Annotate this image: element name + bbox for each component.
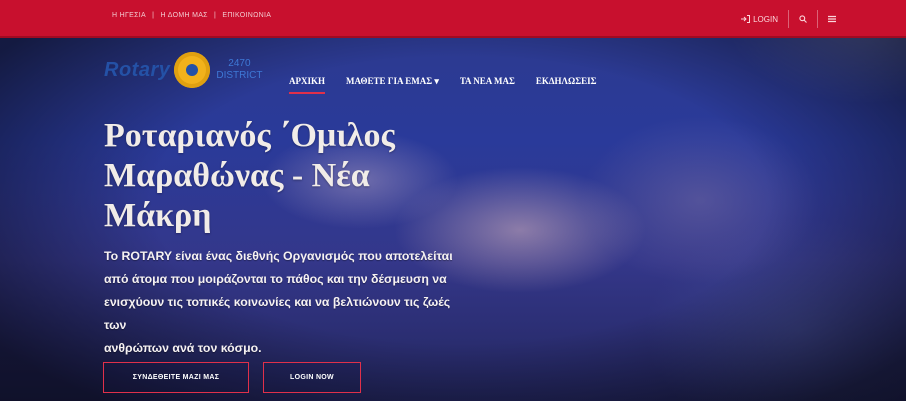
- menu-icon[interactable]: [828, 15, 836, 23]
- login-link[interactable]: LOGIN: [741, 15, 778, 24]
- login-icon: [741, 15, 751, 23]
- hero-description-line: ενισχύουν τις τοπικές κοινωνίες και να β…: [104, 295, 451, 332]
- divider: [817, 10, 818, 28]
- divider: [788, 10, 789, 28]
- top-actions: LOGIN: [741, 10, 836, 28]
- district-number: 2470: [228, 58, 251, 69]
- top-link-structure[interactable]: Η ΔΟΜΗ ΜΑΣ: [161, 12, 208, 19]
- login-now-button[interactable]: LOGIN NOW: [263, 362, 361, 393]
- hero-title-line: Μαραθώνας - Νέα: [104, 157, 370, 194]
- login-label: LOGIN: [753, 14, 778, 24]
- website-screen: Η ΗΓΕΣΙΑ | Η ΔΟΜΗ ΜΑΣ | ΕΠΙΚΟΙΝΩΝΙΑ LOGI…: [0, 0, 906, 401]
- logo-wordmark: Rotary: [104, 58, 171, 81]
- district-label: DISTRICT: [216, 70, 263, 81]
- hero-title-line: Ροταριανός ΄Ομιλος: [104, 117, 395, 154]
- nav-item-news[interactable]: ΤΑ ΝΕΑ ΜΑΣ: [460, 76, 515, 87]
- hero-title-line: Μάκρη: [104, 197, 212, 234]
- join-us-button[interactable]: ΣΥΝΔΕΘΕΙΤΕ ΜΑΖΙ ΜΑΣ: [103, 362, 249, 393]
- top-link-separator: |: [214, 12, 217, 19]
- main-nav: ΑΡΧΙΚΗ ΜΑΘΕΤΕ ΓΙΑ ΕΜΑΣ ▾ ΤΑ ΝΕΑ ΜΑΣ ΕΚΔΗ…: [289, 76, 597, 94]
- hero-description-line: Το ROTARY είναι ένας διεθνής Οργανισμός …: [104, 249, 453, 263]
- hero-description-line: ανθρώπων ανά τον κόσμο.: [104, 341, 262, 355]
- top-links: Η ΗΓΕΣΙΑ | Η ΔΟΜΗ ΜΑΣ | ΕΠΙΚΟΙΝΩΝΙΑ: [112, 12, 275, 19]
- top-link-contact[interactable]: ΕΠΙΚΟΙΝΩΝΙΑ: [222, 12, 271, 19]
- top-bar: Η ΗΓΕΣΙΑ | Η ΔΟΜΗ ΜΑΣ | ΕΠΙΚΟΙΝΩΝΙΑ LOGI…: [0, 0, 906, 38]
- district-badge: 2470 DISTRICT: [216, 58, 262, 82]
- hero-title: Ροταριανός ΄Ομιλος Μαραθώνας - Νέα Μάκρη: [104, 116, 464, 236]
- top-link-leadership[interactable]: Η ΗΓΕΣΙΑ: [112, 12, 146, 19]
- rotary-wheel-icon: [174, 52, 211, 88]
- top-link-separator: |: [152, 12, 155, 19]
- nav-item-home[interactable]: ΑΡΧΙΚΗ: [289, 76, 325, 94]
- nav-item-events[interactable]: ΕΚΔΗΛΩΣΕΙΣ: [536, 76, 597, 87]
- nav-item-about[interactable]: ΜΑΘΕΤΕ ΓΙΑ ΕΜΑΣ ▾: [346, 76, 439, 87]
- hero-description: Το ROTARY είναι ένας διεθνής Οργανισμός …: [104, 245, 469, 360]
- rotary-logo[interactable]: Rotary 2470 DISTRICT: [104, 52, 262, 88]
- hero-description-line: από άτομα που μοιράζονται το πάθος και τ…: [104, 272, 447, 286]
- search-icon[interactable]: [799, 15, 807, 23]
